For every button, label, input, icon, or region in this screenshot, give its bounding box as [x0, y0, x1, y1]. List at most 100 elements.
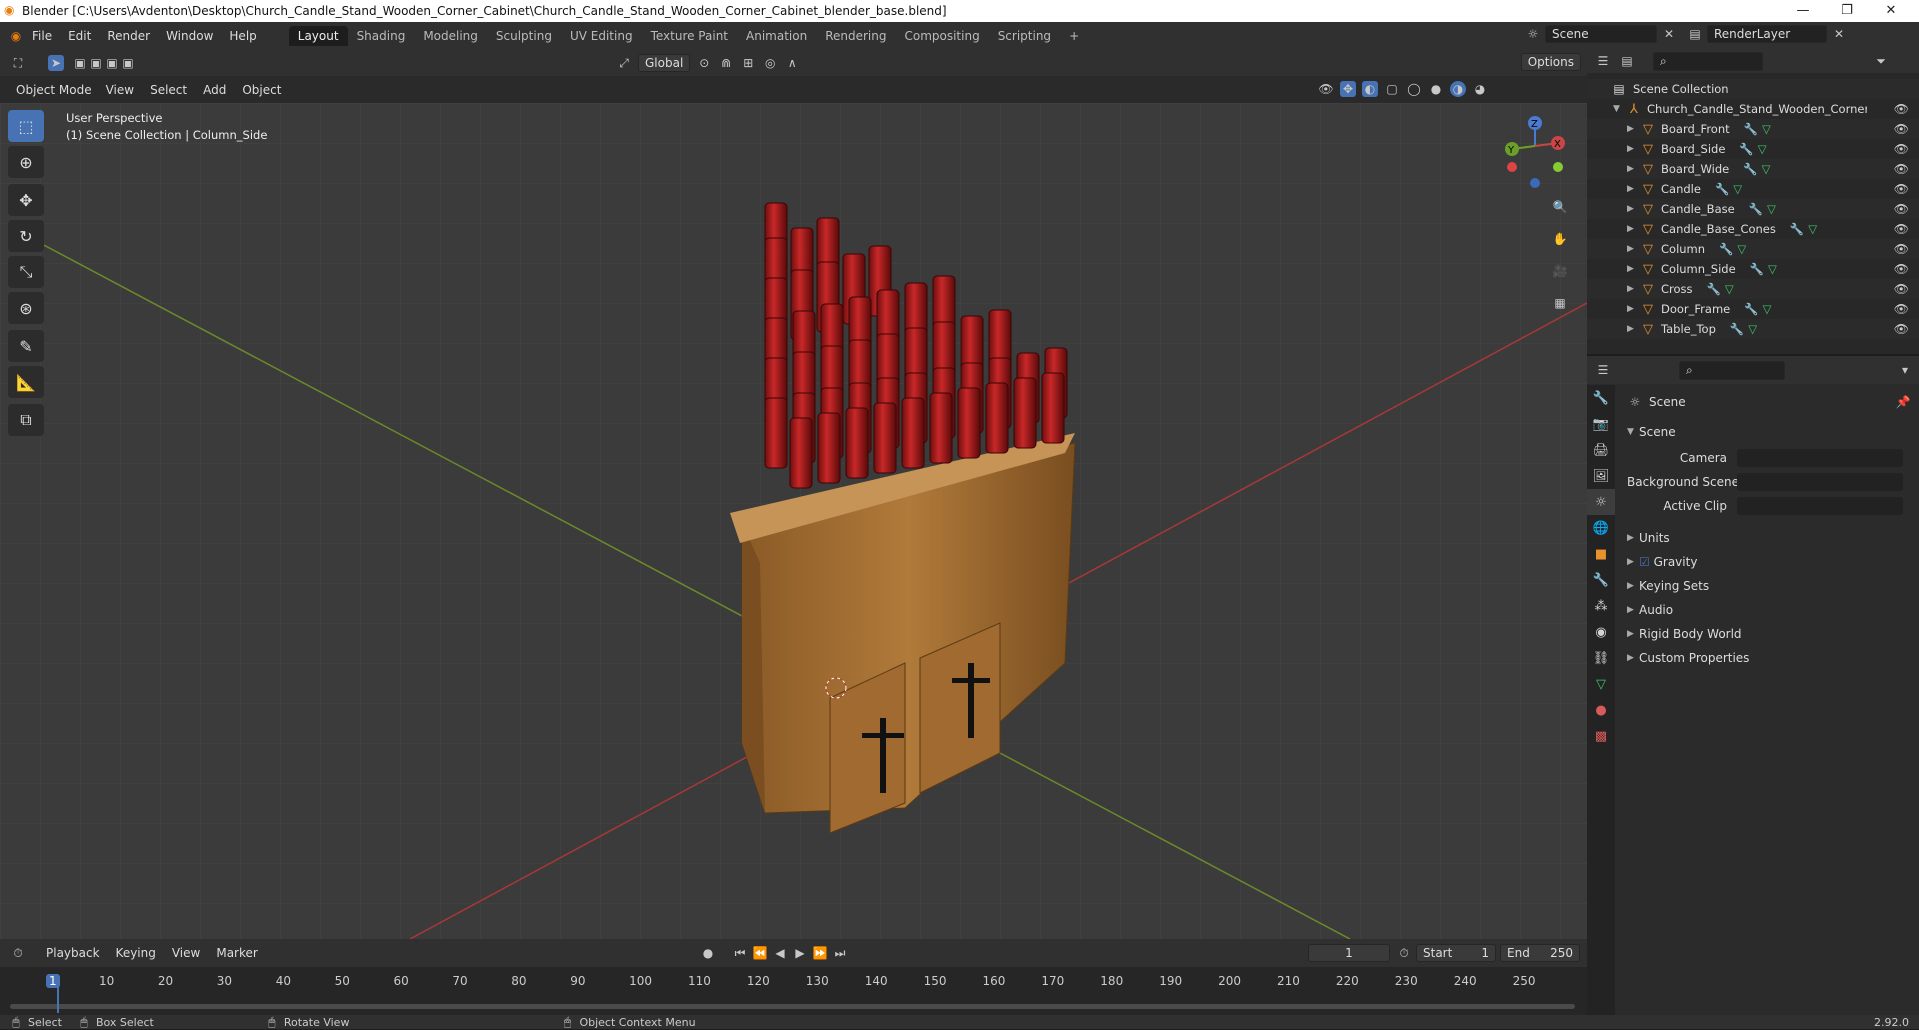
measure-tool-icon[interactable]: 📐: [8, 366, 44, 398]
outliner-scene-collection[interactable]: ▤ Scene Collection: [1587, 79, 1919, 99]
tab-modeling[interactable]: Modeling: [414, 26, 487, 46]
outliner-collection-row[interactable]: ▼ ⅄ Church_Candle_Stand_Wooden_Corner_Ca…: [1587, 99, 1919, 119]
outliner-filter-icon[interactable]: ⏷: [1873, 53, 1889, 69]
outliner-object-row[interactable]: ▶ ▽ Cross 🔧 ▽ 👁: [1587, 279, 1919, 299]
world-tab-icon[interactable]: 🌐: [1587, 515, 1615, 541]
pan-hand-icon[interactable]: ✋: [1548, 227, 1572, 251]
candle[interactable]: [764, 397, 788, 469]
candle[interactable]: [845, 407, 869, 479]
scene-name-field[interactable]: Scene: [1545, 25, 1657, 43]
units-panel[interactable]: ▶ Units: [1627, 526, 1919, 550]
viewport-menu-object[interactable]: Object: [234, 83, 289, 97]
camera-view-icon[interactable]: 🎥: [1548, 259, 1572, 283]
falloff-icon[interactable]: ∧: [784, 55, 800, 71]
snap-icon[interactable]: ⋒: [718, 55, 734, 71]
rotate-tool-icon[interactable]: ↻: [8, 220, 44, 252]
xray-icon[interactable]: ▢: [1384, 81, 1400, 97]
menu-window[interactable]: Window: [158, 29, 221, 43]
keying-sets-panel[interactable]: ▶ Keying Sets: [1627, 574, 1919, 598]
properties-options-icon[interactable]: ▾: [1897, 362, 1913, 378]
candle[interactable]: [985, 382, 1009, 454]
view-layer-close-icon[interactable]: ✕: [1831, 26, 1847, 42]
scale-tool-icon[interactable]: ⤡: [8, 256, 44, 288]
menu-render[interactable]: Render: [99, 29, 158, 43]
background-scene-field[interactable]: [1737, 473, 1903, 491]
add-workspace-icon[interactable]: +: [1060, 26, 1088, 46]
play-icon[interactable]: ▶: [792, 945, 808, 961]
expand-triangle-icon[interactable]: ▶: [1627, 284, 1639, 294]
gizmo-icon[interactable]: ✥: [1340, 81, 1356, 97]
candle[interactable]: [957, 387, 981, 459]
minimize-button[interactable]: —: [1781, 0, 1825, 22]
render-tab-icon[interactable]: 📷: [1587, 411, 1615, 437]
navigation-gizmo[interactable]: Z X Y: [1490, 111, 1570, 191]
timeline-menu-keying[interactable]: Keying: [108, 946, 164, 960]
pivot-point-icon[interactable]: ⊙: [696, 55, 712, 71]
physics-tab-icon[interactable]: ◉: [1587, 619, 1615, 645]
select-tool-icon[interactable]: ➤: [48, 54, 64, 71]
stopwatch-icon[interactable]: ⏱: [1396, 945, 1412, 961]
material-shading-icon[interactable]: ◑: [1450, 81, 1466, 97]
viewport-menu-select[interactable]: Select: [142, 83, 195, 97]
record-icon[interactable]: ●: [700, 945, 716, 961]
candle[interactable]: [1041, 372, 1065, 444]
outliner-display-mode-icon[interactable]: ▤: [1619, 53, 1635, 69]
outliner-object-row[interactable]: ▶ ▽ Column 🔧 ▽ 👁: [1587, 239, 1919, 259]
timeline-editor-icon[interactable]: ⏱: [10, 945, 26, 961]
expand-triangle-icon[interactable]: ▶: [1627, 164, 1639, 174]
properties-search-input[interactable]: ⌕: [1679, 360, 1785, 380]
data-tab-icon[interactable]: ▽: [1587, 671, 1615, 697]
outliner-object-row[interactable]: ▶ ▽ Board_Front 🔧 ▽ 👁: [1587, 119, 1919, 139]
maximize-button[interactable]: ❐: [1825, 0, 1869, 22]
tab-shading[interactable]: Shading: [348, 26, 415, 46]
visibility-eye-icon[interactable]: 👁: [1894, 302, 1909, 316]
pin-icon[interactable]: 📌: [1895, 394, 1911, 410]
annotate-tool-icon[interactable]: ✎: [8, 330, 44, 362]
properties-editor-icon[interactable]: ☰: [1595, 362, 1611, 378]
visibility-icon[interactable]: 👁: [1318, 81, 1334, 97]
visibility-eye-icon[interactable]: 👁: [1894, 222, 1909, 236]
select-mode-extend-icon[interactable]: ▣: [88, 55, 104, 71]
expand-triangle-icon[interactable]: ▶: [1627, 244, 1639, 254]
end-frame-field[interactable]: End 250: [1500, 944, 1580, 962]
grid-view-icon[interactable]: ▦: [1548, 291, 1572, 315]
move-tool-icon[interactable]: ✥: [8, 184, 44, 216]
collapse-triangle-icon[interactable]: ▼: [1613, 104, 1625, 114]
jump-start-icon[interactable]: ⏮: [732, 945, 748, 961]
visibility-eye-icon[interactable]: 👁: [1894, 202, 1909, 216]
timeline-menu-view[interactable]: View: [164, 946, 208, 960]
object-mode-dropdown[interactable]: Object Mode: [10, 81, 98, 98]
rigid-body-world-panel[interactable]: ▶ Rigid Body World: [1627, 622, 1919, 646]
candle[interactable]: [873, 402, 897, 474]
scene-panel-header[interactable]: ▼ Scene: [1627, 420, 1919, 444]
select-mode-new-icon[interactable]: ▣: [72, 55, 88, 71]
proportional-edit-icon[interactable]: ◎: [762, 55, 778, 71]
current-frame-field[interactable]: 1: [1308, 944, 1390, 962]
tab-uv-editing[interactable]: UV Editing: [561, 26, 642, 46]
expand-triangle-icon[interactable]: ▶: [1627, 324, 1639, 334]
visibility-eye-icon[interactable]: 👁: [1894, 122, 1909, 136]
visibility-eye-icon[interactable]: 👁: [1894, 162, 1909, 176]
start-frame-field[interactable]: Start 1: [1416, 944, 1496, 962]
close-button[interactable]: ✕: [1869, 0, 1913, 22]
visibility-eye-icon[interactable]: 👁: [1894, 182, 1909, 196]
expand-triangle-icon[interactable]: ▶: [1627, 204, 1639, 214]
tab-sculpting[interactable]: Sculpting: [487, 26, 561, 46]
menu-file[interactable]: File: [24, 29, 60, 43]
add-cube-tool-icon[interactable]: ⧉: [8, 404, 44, 436]
expand-triangle-icon[interactable]: ▶: [1627, 304, 1639, 314]
outliner-object-row[interactable]: ▶ ▽ Candle_Base_Cones 🔧 ▽ 👁: [1587, 219, 1919, 239]
cursor-tool-icon[interactable]: ⊕: [8, 146, 44, 178]
candle[interactable]: [817, 412, 841, 484]
view-layer-tab-icon[interactable]: 🖼: [1587, 463, 1615, 489]
select-mode-subtract-icon[interactable]: ▣: [104, 55, 120, 71]
constraints-tab-icon[interactable]: ⛓: [1587, 645, 1615, 671]
tab-compositing[interactable]: Compositing: [895, 26, 988, 46]
scene-close-icon[interactable]: ✕: [1661, 26, 1677, 42]
candle[interactable]: [929, 392, 953, 464]
expand-triangle-icon[interactable]: ▶: [1627, 124, 1639, 134]
next-keyframe-icon[interactable]: ⏩: [812, 945, 828, 961]
custom-properties-panel[interactable]: ▶ Custom Properties: [1627, 646, 1919, 670]
viewport-menu-view[interactable]: View: [98, 83, 142, 97]
menu-edit[interactable]: Edit: [60, 29, 99, 43]
